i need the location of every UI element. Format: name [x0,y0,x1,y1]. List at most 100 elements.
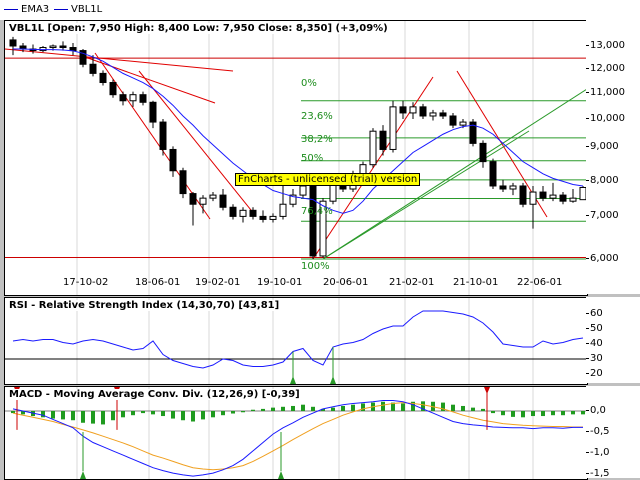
macd-histogram-bar [451,404,455,411]
macd-histogram-bar [561,411,565,416]
candle-body [159,121,167,150]
rsi-y-label: 50 [590,323,603,334]
fib-label-76-4: 76,4% [301,206,333,217]
fib-label-23-6: 23,6% [301,111,333,122]
macd-histogram-bar [81,411,85,423]
candle-body [109,82,117,96]
macd-histogram-bar [11,411,15,414]
macd-histogram-bar [181,411,185,421]
macd-histogram-bar [531,411,535,417]
macd-histogram-bar [61,411,65,420]
candle-body [99,72,107,84]
macd-histogram-bar [521,411,525,418]
macd-histogram-bar [461,405,465,411]
legend-bar: EMA3 VBL1L [0,0,640,20]
macd-histogram-bar [581,411,585,415]
price-y-label: 8,000 [590,175,619,186]
rsi-chart-panel[interactable]: RSI - Relative Strength Index (14,30,70)… [4,297,588,385]
price-y-label: 10,000 [590,113,625,124]
x-label-21-02-01: 21-02-01 [389,277,435,288]
buy-signal-arrow-icon [290,376,296,384]
candle-body [449,115,457,126]
legend-vbl1l: VBL1L [54,4,102,15]
rsi-y-label: 30 [590,353,603,364]
candle-body [249,209,257,217]
macd-histogram-bar [341,405,345,411]
candle-body [559,194,567,202]
macd-histogram-bar [571,411,575,415]
macd-histogram-bar [251,409,255,411]
price-y-label: 13,000 [590,40,625,51]
rsi-y-label: 60 [590,308,603,319]
macd-histogram-bar [231,411,235,414]
legend-vbl1l-label: VBL1L [71,4,103,15]
candle-body [59,45,67,49]
candle-body [169,148,177,172]
fib-label-100: 100% [301,261,330,272]
macd-chart-title: MACD - Moving Average Conv. Div. (12,26,… [9,389,300,400]
price-chart-title: VBL1L [Open: 7,950 High: 8,400 Low: 7,95… [9,23,388,34]
candle-body [49,45,57,49]
candle-body [439,112,447,117]
macd-histogram-bar [311,406,315,411]
legend-ema3-label: EMA3 [21,4,50,15]
macd-histogram-bar [551,411,555,416]
line-swatch-icon [4,8,18,10]
buy-signal-arrow-icon [330,376,336,384]
macd-histogram-bar [211,411,215,418]
candle-body [69,47,77,52]
x-label-17-10-02: 17-10-02 [63,277,109,288]
rsi-y-label: 20 [590,368,603,379]
fib-label-38-2: 38,2% [301,134,333,145]
x-label-20-06-01: 20-06-01 [323,277,369,288]
macd-histogram-bar [381,401,385,411]
rsi-y-axis: 60 50 40 30 20 [586,297,640,383]
macd-signal-line [12,402,583,471]
macd-y-label: -0,5 [590,426,610,437]
macd-chart-panel[interactable]: MACD - Moving Average Conv. Div. (12,26,… [4,386,588,480]
macd-histogram-bar [401,403,405,411]
macd-histogram-bar [291,405,295,411]
candle-body [529,191,537,205]
macd-histogram-bar [191,411,195,422]
candle-body [279,203,287,217]
candle-body [479,142,487,163]
price-chart-panel[interactable]: VBL1L [Open: 7,950 High: 8,400 Low: 7,95… [4,20,588,296]
candle-body [429,112,437,117]
macd-histogram-bar [491,411,495,414]
candle-body [179,170,187,195]
x-label-22-06-01: 22-06-01 [517,277,563,288]
candle-body [189,193,197,205]
macd-histogram-bar [141,411,145,414]
candle-body [569,197,577,202]
line-swatch-icon [54,8,68,10]
macd-histogram-bar [71,411,75,421]
candle-body [389,106,397,150]
candle-body [9,39,17,47]
macd-histogram-bar [351,404,355,411]
candle-body [419,106,427,117]
macd-histogram-bar [501,411,505,416]
macd-histogram-bar [301,404,305,411]
candle-body [489,161,497,187]
fib-label-0: 0% [301,78,317,89]
macd-histogram-bar [261,408,265,411]
macd-histogram-bar [91,411,95,424]
macd-histogram-bar [131,411,135,416]
macd-histogram-bar [281,406,285,411]
candle-body [409,106,417,114]
red-trend-line [5,48,234,72]
ema-line [13,48,584,214]
price-y-label: 7,000 [590,210,619,221]
candle-body [239,209,247,217]
price-chart-canvas [5,21,587,295]
candle-body [269,215,277,220]
price-y-label: 12,000 [590,63,625,74]
candle-body [309,185,317,257]
macd-histogram-bar [361,403,365,411]
candle-body [129,94,137,102]
macd-histogram-bar [111,411,115,421]
macd-histogram-bar [481,408,485,411]
macd-histogram-bar [41,411,45,418]
macd-histogram-bar [121,411,125,418]
